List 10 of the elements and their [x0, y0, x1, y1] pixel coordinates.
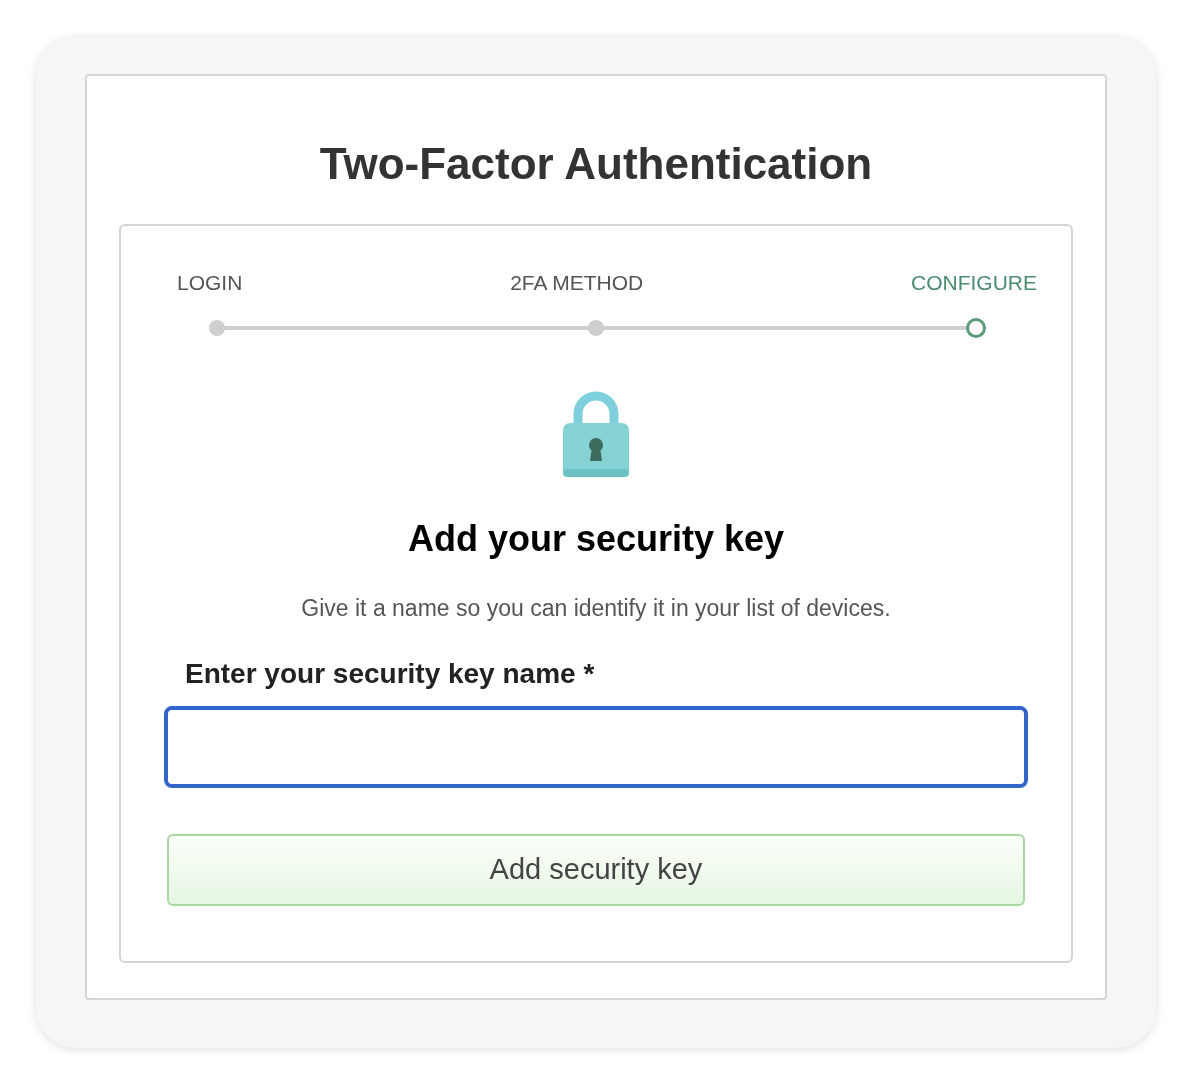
step-label: LOGIN — [177, 272, 243, 293]
add-security-key-button[interactable]: Add security key — [167, 834, 1025, 906]
field-label: Enter your security key name * — [185, 660, 595, 688]
description-text: Give it a name so you can identify it in your list of devices. — [301, 597, 891, 620]
padlock-icon — [561, 389, 631, 479]
page-title: Two-Factor Authentication — [319, 142, 873, 186]
section-heading: Add your security key — [407, 521, 785, 557]
step-label: 2FA METHOD — [510, 272, 644, 293]
key-name-input[interactable] — [164, 706, 1028, 788]
step-label: CONFIGURE — [911, 272, 1037, 293]
